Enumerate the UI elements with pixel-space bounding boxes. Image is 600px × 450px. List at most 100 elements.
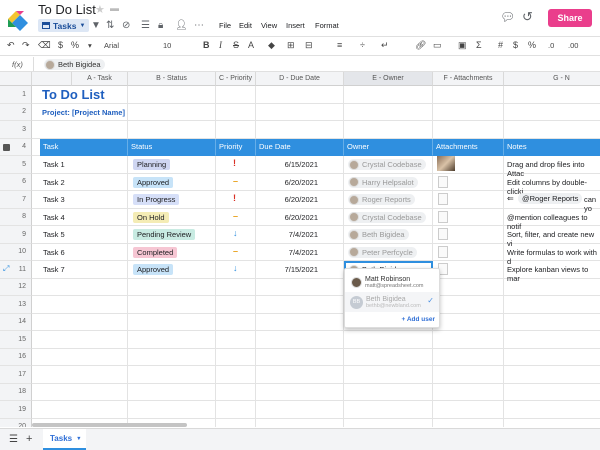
- decimal-increase-icon[interactable]: .00: [568, 41, 578, 50]
- status-badge[interactable]: Completed: [133, 246, 178, 258]
- row-number[interactable]: 3: [0, 121, 32, 139]
- grid-cell[interactable]: [344, 401, 433, 419]
- fill-color-icon[interactable]: ◆: [268, 40, 275, 51]
- grid-cell[interactable]: [256, 278, 344, 296]
- grid-cell[interactable]: [32, 121, 128, 139]
- grid-cell[interactable]: [128, 121, 216, 139]
- task-name[interactable]: Task 6: [43, 248, 65, 257]
- hide-icon[interactable]: ⊘: [122, 20, 130, 31]
- grid-cell[interactable]: [216, 313, 256, 331]
- share-user-icon[interactable]: 👤︎: [175, 20, 188, 31]
- grid-cell[interactable]: [504, 419, 600, 428]
- attachment-thumbnail[interactable]: [438, 210, 448, 223]
- grid-cell[interactable]: [216, 383, 256, 401]
- expand-row-icon[interactable]: ⤢: [3, 264, 9, 274]
- due-date[interactable]: 6/20/2021: [256, 213, 318, 222]
- grid-cell[interactable]: [433, 103, 504, 121]
- user-option-matt[interactable]: Matt Robinson matt@spreadsheet.com: [351, 273, 435, 291]
- grid-cell[interactable]: [216, 121, 256, 139]
- grid-cell[interactable]: [216, 103, 256, 121]
- sort-icon[interactable]: ⇅: [106, 20, 114, 31]
- owner-chip[interactable]: Roger Reports: [348, 194, 415, 205]
- status-badge[interactable]: Planning: [133, 159, 171, 170]
- grid-cell[interactable]: [344, 121, 433, 139]
- grid-cell[interactable]: [32, 366, 128, 384]
- row-number[interactable]: 18: [0, 383, 32, 401]
- clear-format-icon[interactable]: ⌫: [38, 40, 51, 51]
- grid-cell[interactable]: [32, 331, 128, 349]
- grid-cell[interactable]: [504, 349, 600, 366]
- grid-cell[interactable]: [216, 296, 256, 314]
- percent-icon[interactable]: %: [71, 40, 79, 50]
- comment-add-icon[interactable]: ▭: [433, 40, 442, 51]
- status-badge[interactable]: Pending Review: [133, 229, 196, 240]
- column-header[interactable]: F - Attachments: [433, 72, 504, 86]
- grid-cell[interactable]: [433, 366, 504, 384]
- row-number[interactable]: 10: [0, 243, 32, 261]
- task-name[interactable]: Task 7: [43, 265, 65, 274]
- table-header-cell[interactable]: Attachments: [433, 138, 504, 156]
- grid-cell[interactable]: [256, 86, 344, 104]
- grid-cell[interactable]: [32, 383, 128, 401]
- sheet-list-icon[interactable]: ☰: [9, 434, 18, 445]
- comment-icon[interactable]: 💬︎: [500, 10, 515, 24]
- row-number[interactable]: 15: [0, 331, 32, 349]
- star-icon[interactable]: ★: [95, 3, 105, 16]
- grid-cell[interactable]: [256, 383, 344, 401]
- sheet-title[interactable]: To Do List: [42, 87, 105, 102]
- image-icon[interactable]: ▣: [458, 40, 467, 51]
- lock-icon[interactable]: 🔒︎: [158, 20, 163, 31]
- row-number[interactable]: 14: [0, 313, 32, 331]
- grid-cell[interactable]: [256, 103, 344, 121]
- grid-cell[interactable]: [216, 331, 256, 349]
- status-badge[interactable]: Approved: [133, 264, 174, 275]
- valign-icon[interactable]: ÷: [360, 40, 365, 50]
- app-logo-icon[interactable]: [6, 7, 30, 31]
- row-number[interactable]: 7: [0, 191, 32, 209]
- task-name[interactable]: Task 5: [43, 230, 65, 239]
- grid-cell[interactable]: [504, 296, 600, 314]
- grid-cell[interactable]: [128, 278, 216, 296]
- column-header[interactable]: B - Status: [128, 72, 216, 86]
- column-header[interactable]: G - N: [504, 72, 600, 86]
- grid-cell[interactable]: [32, 348, 128, 366]
- more-icon[interactable]: ⋯: [194, 20, 204, 31]
- row-number[interactable]: 5: [0, 156, 32, 174]
- table-header-cell[interactable]: Owner: [344, 138, 433, 156]
- attachment-thumbnail[interactable]: [438, 228, 448, 240]
- table-header-cell[interactable]: Notes: [504, 138, 600, 156]
- menu-edit[interactable]: Edit: [239, 21, 252, 30]
- grid-cell[interactable]: [344, 366, 433, 384]
- row-number[interactable]: 13: [0, 296, 32, 314]
- menu-insert[interactable]: Insert: [286, 21, 305, 30]
- due-date[interactable]: 6/20/2021: [256, 178, 318, 187]
- row-number[interactable]: 1: [0, 86, 32, 104]
- note-text[interactable]: Explore kanban views to mar: [507, 265, 600, 283]
- grid-cell[interactable]: [128, 366, 216, 384]
- row-number[interactable]: 2: [0, 103, 32, 121]
- grid-cell[interactable]: [32, 401, 128, 419]
- due-date[interactable]: 7/4/2021: [256, 248, 318, 257]
- grid-cell[interactable]: [344, 418, 433, 427]
- owner-chip[interactable]: Crystal Codebase: [348, 159, 426, 170]
- grid-cell[interactable]: [216, 86, 256, 104]
- grid-cell[interactable]: [216, 366, 256, 384]
- format-more-icon[interactable]: ▾: [88, 41, 92, 50]
- row-number[interactable]: 16: [0, 348, 32, 366]
- task-name[interactable]: Task 4: [43, 213, 65, 222]
- attachment-thumbnail[interactable]: [438, 193, 448, 205]
- redo-icon[interactable]: ↷: [22, 40, 30, 51]
- font-select[interactable]: Arial: [104, 41, 119, 50]
- grid-cell[interactable]: [128, 401, 216, 419]
- due-date[interactable]: 6/20/2021: [256, 195, 318, 204]
- function-icon[interactable]: Σ: [476, 40, 482, 50]
- grid-cell[interactable]: [32, 313, 128, 331]
- currency-icon[interactable]: $: [58, 40, 63, 50]
- grid-cell[interactable]: [128, 331, 216, 349]
- column-header[interactable]: E - Owner: [344, 72, 433, 86]
- grid-cell[interactable]: [216, 278, 256, 296]
- column-header[interactable]: D - Due Date: [256, 72, 344, 86]
- owner-chip[interactable]: Beth Bigidea: [348, 229, 409, 240]
- link-icon[interactable]: 🔗︎: [415, 40, 426, 51]
- grid-cell[interactable]: [504, 86, 600, 104]
